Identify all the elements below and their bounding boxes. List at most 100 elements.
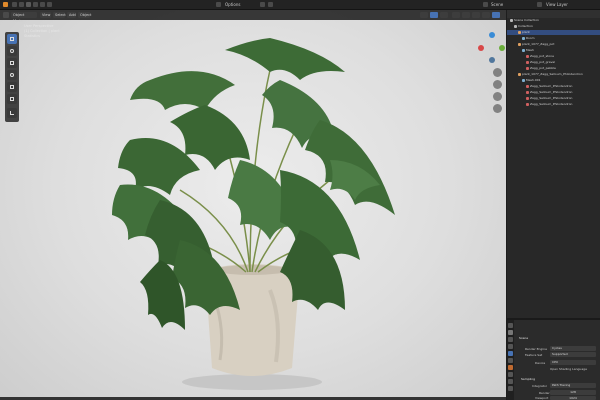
menu-object[interactable]: Object [78,12,91,18]
orientation-label[interactable]: Options [225,2,240,7]
outliner-row[interactable]: Zagg_Selloum_Philodendron [507,84,600,89]
particles-tab-icon[interactable] [508,379,513,384]
menu-view[interactable]: View [40,12,51,18]
outliner-row-label: Zagg_Selloum_Philodendron [530,96,573,100]
plant-render [112,38,395,390]
outliner-row-label: Zagg_Selloum_Philodendron [530,102,573,106]
render-engine-select[interactable]: Cycles [550,346,596,351]
transform-tool-icon[interactable] [7,94,17,104]
shading-solid-button[interactable] [472,12,480,18]
shading-wireframe-button[interactable] [462,12,470,18]
outliner-row[interactable]: Zagg_Selloum_Philodendron [507,96,600,101]
sampling-panel-header[interactable]: Sampling [521,377,535,381]
object-type-icon [526,84,529,88]
pivot-icon[interactable] [260,2,265,7]
outliner-row[interactable]: Zagg_pot_stone [507,54,600,59]
visibility-button[interactable] [420,12,428,18]
pot-shadow [182,374,322,390]
viewport-samples-label: Viewport [535,396,549,400]
mode-selector[interactable]: Object Mode [11,12,37,23]
outliner-row-label: Zagg_pot_gravel [530,60,556,64]
outliner-row[interactable]: Zagg_Selloum_Philodendron [507,102,600,107]
pan-hand-icon[interactable] [493,80,502,89]
render-tab-icon[interactable] [508,330,513,335]
physics-tab-icon[interactable] [508,386,513,391]
scene-tab-icon[interactable] [508,351,513,356]
snap-toggle-icon[interactable] [268,2,273,7]
outliner-row[interactable]: plant_1077_Zagg_pot [507,42,600,47]
xray-toggle-button[interactable] [452,12,460,18]
gizmo-x-axis[interactable] [478,45,484,51]
orientation-icon[interactable] [216,2,221,7]
outliner-row[interactable]: plant [507,30,600,35]
menu-select[interactable]: Select [53,12,66,18]
select-tool-icon[interactable] [7,34,17,44]
outliner-row[interactable]: plant_1077_Zagg_Selloum_Philodendron [507,72,600,77]
gizmo-toggle-button[interactable] [430,12,438,18]
outliner-row-label: Zagg_Selloum_Philodendron [530,84,573,88]
move-tool-icon[interactable] [7,58,17,68]
outliner-row-label: Room [526,36,535,40]
properties-tabs [507,320,514,400]
outliner-header [507,10,600,18]
scene-icon[interactable] [483,2,488,7]
scale-tool-icon[interactable] [7,82,17,92]
blender-logo-icon[interactable] [3,2,8,7]
outliner-row-label: Collection [518,24,533,28]
rotate-tool-icon[interactable] [7,70,17,80]
outliner-row[interactable]: Zagg_Selloum_Philodendron [507,90,600,95]
scene-selector[interactable]: Scene [491,2,503,7]
editor-type-icon[interactable] [12,2,17,7]
select-box-icon[interactable] [19,2,24,7]
camera-view-icon[interactable] [493,92,502,101]
integrator-select[interactable]: Path Tracing [550,383,596,388]
perspective-toggle-icon[interactable] [493,104,502,113]
snap-icon[interactable] [40,2,45,7]
view-layer-selector[interactable]: View Layer [546,2,568,7]
proportional-edit-icon[interactable] [47,2,52,7]
outliner-row[interactable]: Zagg_pot_pebble [507,66,600,71]
view-layer-icon[interactable] [537,2,542,7]
render-samples-label: Render [539,391,550,395]
outliner-row-label: Zagg_pot_pebble [530,66,556,70]
outliner-row-label: Mesh.001 [526,78,541,82]
feature-set-select[interactable]: Supported [550,352,596,357]
osl-checkbox[interactable]: Open Shading Language [550,367,587,371]
outliner-row-label: plant_1077_Zagg_Selloum_Philodendron [522,72,583,76]
3d-viewport[interactable]: Object Mode View Select Add Object User … [0,10,506,400]
menu-add[interactable]: Add [67,12,76,18]
outliner-row[interactable]: Mesh [507,48,600,53]
tool-tab-icon[interactable] [508,323,513,328]
gizmo-neg-z-axis[interactable] [489,57,495,63]
render-samples-field[interactable]: 128 [550,390,596,395]
viewport-samples-field[interactable]: 1024 [550,396,596,400]
view-layer-tab-icon[interactable] [508,344,513,349]
zoom-icon[interactable] [493,68,502,77]
measure-tool-icon[interactable] [7,108,17,118]
outliner[interactable]: Scene Collection Collection plant Room plan… [507,10,600,320]
object-type-icon [514,24,517,28]
editor-type-button[interactable] [3,12,9,18]
outliner-row[interactable]: Room [507,36,600,41]
world-tab-icon[interactable] [508,358,513,363]
overlay-toggle-button[interactable] [440,12,448,18]
outliner-row[interactable]: Mesh.001 [507,78,600,83]
gizmo-z-axis[interactable] [489,32,495,38]
outliner-row[interactable]: Zagg_pot_gravel [507,60,600,65]
device-select[interactable]: CPU [550,360,596,365]
shading-material-button[interactable] [482,12,490,18]
outliner-row-label: Zagg_pot_stone [530,54,554,58]
mode-icon[interactable] [26,2,31,7]
output-tab-icon[interactable] [508,337,513,342]
outliner-row[interactable]: Collection [507,24,600,29]
cursor-tool-icon[interactable] [7,46,17,56]
outliner-scene-collection[interactable]: Scene Collection [507,18,600,23]
modifier-tab-icon[interactable] [508,372,513,377]
transform-icon[interactable] [33,2,38,7]
gizmo-y-axis[interactable] [499,45,505,51]
navigation-gizmo[interactable] [478,32,506,68]
object-tab-icon[interactable] [508,365,513,370]
properties-editor[interactable]: Scene Render Engine Cycles Feature Set S… [507,320,600,400]
viewport-info-line-3: Statistics [24,34,40,38]
shading-rendered-button[interactable] [492,12,500,18]
